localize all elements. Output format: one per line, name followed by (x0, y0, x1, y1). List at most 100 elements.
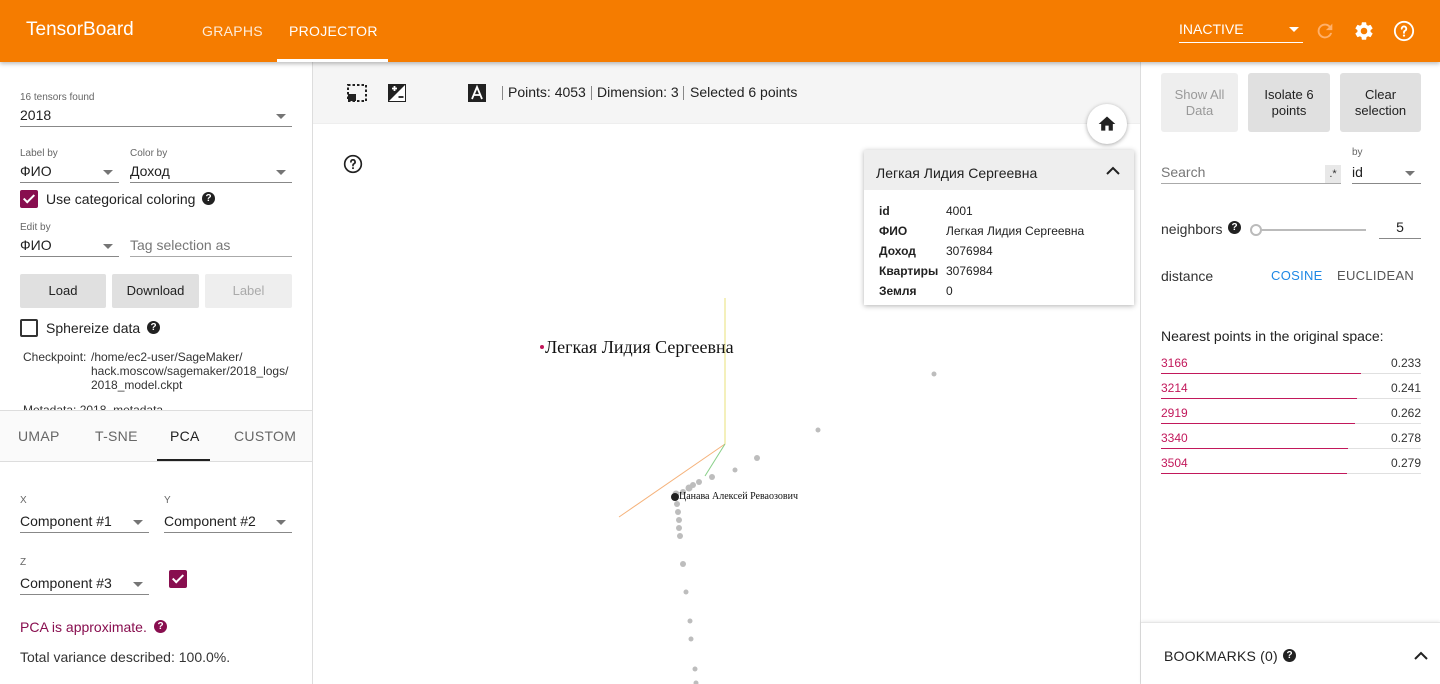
nearest-point-id[interactable]: 3340 (1161, 431, 1188, 445)
label-by-value: ФИО (20, 163, 52, 179)
chevron-down-icon (1405, 171, 1415, 176)
run-select[interactable]: INACTIVE (1179, 21, 1303, 43)
tensors-found-label: 16 tensors found (20, 92, 95, 103)
select-rect-icon[interactable] (346, 82, 368, 104)
nearest-point-id[interactable]: 3504 (1161, 456, 1188, 470)
point-info-card: Легкая Лидия Сергеевна id 4001 ФИО Легка… (864, 150, 1134, 305)
nearest-point-row[interactable]: 2919 0.262 (1161, 404, 1421, 424)
neighbors-input[interactable]: 5 (1379, 217, 1421, 239)
bookmarks-panel[interactable]: BOOKMARKS (0) ? (1141, 622, 1440, 684)
gear-icon[interactable] (1353, 20, 1375, 42)
nearest-point-distance: 0.278 (1390, 431, 1421, 445)
info-key: Квартиры (879, 264, 939, 278)
label-a-icon[interactable] (466, 82, 488, 104)
nearest-point-row[interactable]: 3214 0.241 (1161, 379, 1421, 399)
nearest-point-row[interactable]: 3504 0.279 (1161, 454, 1421, 474)
data-point (693, 680, 699, 684)
tab-custom[interactable]: CUSTOM (234, 428, 296, 444)
data-point (676, 525, 682, 531)
data-point (677, 533, 683, 539)
checkpoint-path: /home/ec2-user/SageMaker/ hack.moscow/sa… (91, 350, 289, 392)
help-icon[interactable]: ? (154, 620, 167, 633)
selected-point (671, 493, 679, 501)
nearest-point-id[interactable]: 3166 (1161, 356, 1188, 370)
sphereize-label: Sphereize data (46, 320, 141, 336)
tab-pca[interactable]: PCA (170, 428, 200, 444)
show-all-data-button[interactable]: Show All Data (1161, 73, 1238, 132)
reset-view-button[interactable] (1087, 104, 1127, 144)
data-point (696, 479, 702, 485)
help-icon[interactable] (343, 154, 363, 174)
tensor-select-value: 2018 (20, 107, 52, 123)
cosine-option[interactable]: COSINE (1271, 268, 1323, 283)
search-input[interactable]: Search (1161, 162, 1341, 184)
label-by-select[interactable]: ФИО (20, 161, 119, 183)
label-by-label: Label by (20, 148, 58, 159)
point-info-header[interactable]: Легкая Лидия Сергеевна (864, 150, 1134, 190)
data-point (680, 561, 686, 567)
nearest-point-row[interactable]: 3340 0.278 (1161, 429, 1421, 449)
run-select-value: INACTIVE (1179, 21, 1244, 37)
isolate-points-button[interactable]: Isolate 6 points (1248, 73, 1330, 132)
moon-icon[interactable] (427, 82, 449, 104)
tag-selection-input[interactable]: Tag selection as (130, 235, 292, 257)
help-icon[interactable] (1393, 20, 1415, 42)
night-mode-icon[interactable] (386, 82, 408, 104)
z-component-checkbox[interactable] (169, 570, 187, 588)
distance-bar (1161, 448, 1349, 449)
help-icon[interactable]: ? (202, 192, 215, 205)
help-icon[interactable]: ? (1228, 221, 1241, 234)
clear-selection-button[interactable]: Clear selection (1340, 73, 1421, 132)
z-component-select[interactable]: Component #3 (20, 573, 149, 595)
projection-view: Points: 4053 Dimension: 3 Selected 6 poi… (313, 62, 1140, 684)
total-variance: Total variance described: 100.0%. (20, 649, 231, 665)
tab-graphs[interactable]: GRAPHS (202, 23, 263, 39)
pca-approx-warning: PCA is approximate. (20, 619, 147, 635)
y-component-select[interactable]: Component #2 (164, 511, 292, 533)
data-panel: 16 tensors found 2018 Label by ФИО Color… (0, 62, 313, 684)
data-point (732, 467, 738, 473)
help-icon[interactable]: ? (147, 321, 160, 334)
chevron-up-icon[interactable] (1106, 165, 1120, 177)
help-icon[interactable]: ? (1283, 649, 1296, 662)
divider (502, 86, 503, 100)
info-value: 0 (946, 284, 953, 298)
data-point (709, 474, 715, 480)
nearest-point-row[interactable]: 3166 0.233 (1161, 354, 1421, 374)
euclidean-option[interactable]: EUCLIDEAN (1337, 268, 1414, 283)
nearest-point-distance: 0.279 (1390, 456, 1421, 470)
search-by-value: id (1352, 164, 1363, 180)
distance-bar (1161, 423, 1355, 424)
info-key: Доход (879, 244, 916, 258)
tab-umap[interactable]: UMAP (18, 428, 60, 444)
chevron-down-icon (133, 582, 143, 587)
data-point (687, 618, 693, 624)
label-button[interactable]: Label (205, 274, 292, 308)
categorical-coloring-checkbox[interactable] (20, 190, 38, 208)
tab-projector[interactable]: PROJECTOR (289, 23, 378, 39)
bookmarks-label: BOOKMARKS (0) (1164, 648, 1278, 664)
neighbors-slider-knob[interactable] (1250, 224, 1262, 236)
z-axis-line (704, 443, 726, 477)
regex-toggle[interactable]: .* (1325, 165, 1341, 183)
data-point (688, 636, 694, 642)
x-component-select[interactable]: Component #1 (20, 511, 149, 533)
color-by-select[interactable]: Доход (130, 161, 292, 183)
info-value: 3076984 (946, 264, 993, 278)
load-button[interactable]: Load (20, 274, 106, 308)
nearest-points-title: Nearest points in the original space: (1161, 328, 1384, 344)
edit-by-select[interactable]: ФИО (20, 235, 119, 257)
chevron-up-icon[interactable] (1414, 650, 1428, 662)
refresh-icon[interactable] (1314, 20, 1336, 42)
nearest-point-id[interactable]: 3214 (1161, 381, 1188, 395)
sphereize-checkbox[interactable] (20, 319, 38, 337)
info-key: id (879, 204, 890, 218)
download-button[interactable]: Download (112, 274, 199, 308)
edit-by-label: Edit by (20, 222, 51, 233)
neighbors-slider-track[interactable] (1256, 229, 1366, 231)
tensor-select[interactable]: 2018 (20, 105, 292, 127)
tab-tsne[interactable]: T-SNE (95, 428, 138, 444)
edit-by-value: ФИО (20, 237, 52, 253)
search-by-select[interactable]: id (1352, 162, 1421, 184)
nearest-point-id[interactable]: 2919 (1161, 406, 1188, 420)
